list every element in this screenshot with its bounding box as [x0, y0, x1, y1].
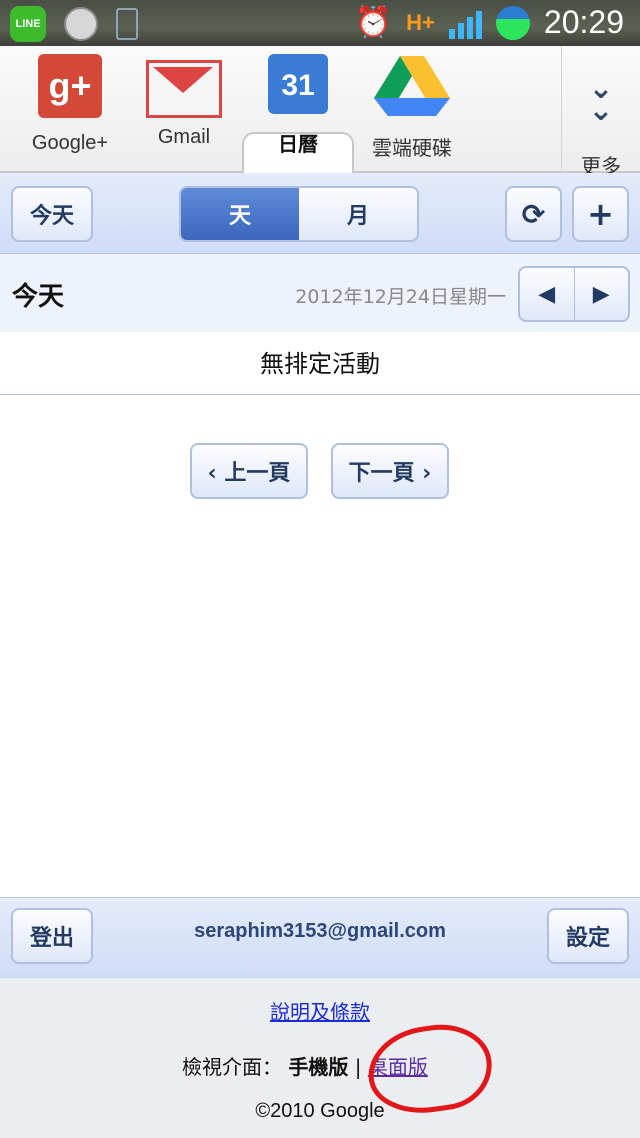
refresh-icon: ⟳: [521, 197, 546, 231]
double-chevron-down-icon: ⌄ ⌄: [588, 71, 614, 128]
today-button[interactable]: 今天: [11, 186, 93, 242]
settings-button[interactable]: 設定: [547, 908, 629, 964]
alarm-clock-icon: ⏰: [354, 4, 393, 40]
signal-strength-icon: [448, 7, 482, 39]
previous-page-button[interactable]: ‹ 上一頁: [190, 443, 308, 499]
app-label: Gmail: [157, 126, 211, 148]
more-apps-button[interactable]: ⌄ ⌄ 更多: [561, 46, 640, 178]
google-apps-bar: g+ Google+ Gmail 31 日曆 雲端硬碟 ⌄ ⌄ 更多: [0, 46, 640, 178]
battery-charging-icon: [495, 5, 530, 40]
current-date: 2012年12月24日星期一: [295, 286, 506, 308]
month-view-tab[interactable]: 月: [299, 188, 417, 240]
app-calendar[interactable]: 31 日曆: [246, 54, 350, 157]
app-gmail[interactable]: Gmail: [132, 54, 236, 149]
arrow-left-icon: ◀: [538, 281, 556, 307]
app-google-drive[interactable]: 雲端硬碟: [360, 54, 464, 161]
view-switcher: 天 月: [179, 186, 419, 242]
add-event-button[interactable]: +: [572, 186, 629, 242]
line-app-icon: LINE: [10, 6, 46, 42]
app-google-plus[interactable]: g+ Google+: [18, 54, 122, 155]
copyright: ©2010 Google: [255, 1100, 385, 1122]
previous-day-button[interactable]: ◀: [520, 268, 574, 320]
view-mode-prefix: 檢視介面：: [182, 1055, 282, 1079]
calendar-icon: 31: [268, 54, 328, 114]
google-drive-icon: [374, 56, 450, 116]
refresh-button[interactable]: ⟳: [505, 186, 562, 242]
notification-circle-icon: [64, 7, 98, 41]
app-label: 雲端硬碟: [372, 138, 452, 160]
phone-edit-icon: [116, 8, 138, 40]
arrow-right-icon: ▶: [592, 281, 610, 307]
next-day-button[interactable]: ▶: [573, 268, 629, 320]
status-bar: LINE ⏰ H+ 20:29: [0, 0, 640, 46]
next-page-button[interactable]: 下一頁 ›: [331, 443, 449, 499]
no-events-message: 無排定活動: [0, 332, 640, 395]
plus-icon: +: [587, 195, 614, 233]
date-header-today: 今天: [12, 282, 65, 312]
status-time: 20:29: [543, 4, 624, 40]
help-terms-link[interactable]: 說明及條款: [0, 996, 640, 1025]
google-plus-icon: g+: [38, 54, 102, 118]
day-view-tab[interactable]: 天: [181, 188, 299, 240]
app-label: 日曆: [278, 134, 318, 156]
mobile-view-label: 手機版: [288, 1055, 349, 1079]
app-label: Google+: [31, 132, 109, 154]
view-separator: |: [354, 1055, 362, 1079]
date-navigation: ◀ ▶: [518, 266, 630, 322]
network-type-indicator: H+: [406, 9, 435, 35]
gmail-icon: [146, 60, 222, 118]
account-email: seraphim3153@gmail.com: [194, 920, 446, 942]
